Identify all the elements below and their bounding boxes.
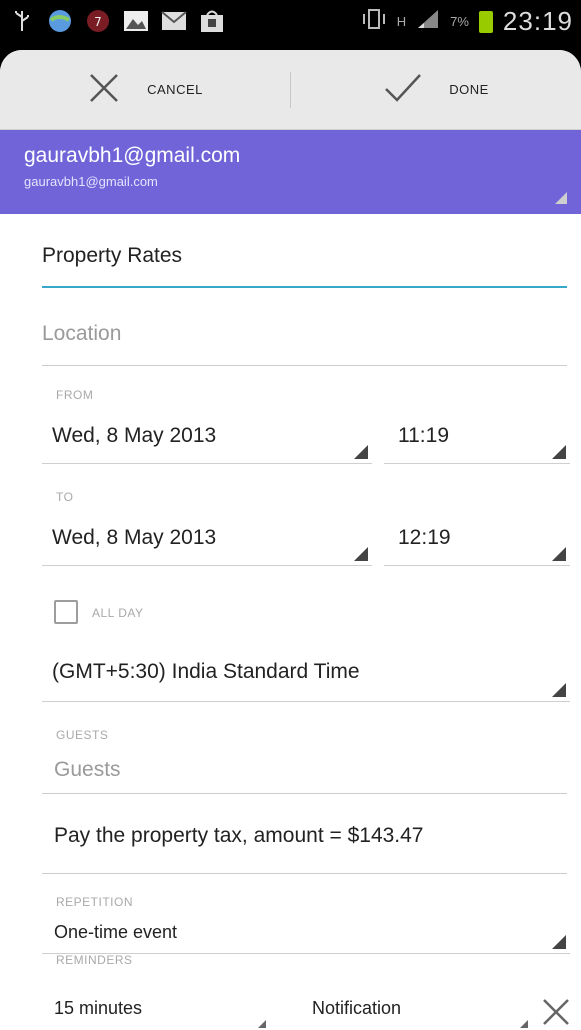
gallery-icon	[122, 8, 150, 34]
globe-app-icon	[46, 8, 74, 34]
signal-icon	[416, 8, 440, 36]
from-date-spinner[interactable]: Wed, 8 May 2013	[42, 422, 372, 464]
spinner-indicator-icon	[552, 547, 566, 561]
all-day-checkbox[interactable]	[54, 600, 78, 624]
checkmark-icon	[383, 71, 423, 108]
title-field[interactable]: Property Rates	[42, 244, 567, 288]
email-icon	[160, 8, 188, 34]
repetition-value: One-time event	[54, 922, 178, 942]
to-time: 12:19	[398, 526, 451, 549]
timezone-spinner[interactable]: (GMT+5:30) India Standard Time	[42, 656, 570, 702]
battery-percent: 7%	[450, 14, 469, 29]
to-date: Wed, 8 May 2013	[52, 526, 217, 549]
vibrate-icon	[361, 8, 387, 36]
remove-reminder-icon[interactable]	[538, 994, 574, 1030]
reminder-time-spinner[interactable]: 15 minutes	[42, 990, 270, 1030]
close-icon	[87, 71, 121, 108]
from-time: 11:19	[398, 424, 449, 447]
account-name: gauravbh1@gmail.com	[24, 144, 241, 167]
spinner-indicator-icon	[552, 683, 566, 697]
spinner-indicator-icon	[354, 445, 368, 459]
guests-placeholder: Guests	[54, 758, 121, 781]
title-value: Property Rates	[42, 244, 183, 267]
clock: 23:19	[502, 6, 573, 36]
reminder-time: 15 minutes	[54, 998, 143, 1018]
spinner-indicator-icon	[354, 547, 368, 561]
svg-text:7: 7	[94, 15, 102, 29]
account-selector[interactable]: gauravbh1@gmail.com gauravbh1@gmail.com	[0, 130, 581, 214]
spinner-indicator-icon	[520, 1020, 528, 1028]
spinner-indicator-icon	[552, 935, 566, 949]
status-indicators: H 7% 23:19	[361, 6, 573, 37]
guests-field[interactable]: Guests	[42, 758, 567, 794]
done-button[interactable]: DONE	[291, 50, 581, 129]
description-value: Pay the property tax, amount = $143.47	[54, 824, 424, 847]
from-date: Wed, 8 May 2013	[52, 424, 217, 447]
cancel-button[interactable]: CANCEL	[0, 50, 290, 129]
account-email: gauravbh1@gmail.com	[24, 174, 158, 189]
spinner-indicator-icon	[552, 445, 566, 459]
to-label: TO	[56, 490, 74, 504]
location-placeholder: Location	[42, 322, 122, 345]
cancel-label: CANCEL	[147, 82, 203, 97]
all-day-label: ALL DAY	[92, 606, 144, 620]
reminder-method-spinner[interactable]: Notification	[300, 990, 532, 1030]
action-bar: CANCEL DONE	[0, 50, 581, 130]
shopping-bag-icon	[198, 8, 226, 34]
done-label: DONE	[449, 82, 489, 97]
battery-icon	[478, 10, 493, 33]
status-bar: 7 H 7% 23:19	[0, 0, 581, 50]
spinner-indicator-icon	[555, 192, 567, 204]
description-field[interactable]: Pay the property tax, amount = $143.47	[42, 824, 567, 874]
notification-icons: 7	[8, 8, 226, 34]
usb-icon	[8, 8, 36, 34]
repetition-label: REPETITION	[56, 895, 134, 909]
from-label: FROM	[56, 388, 94, 402]
guests-label: GUESTS	[56, 728, 109, 742]
repetition-spinner[interactable]: One-time event	[42, 918, 570, 954]
to-time-spinner[interactable]: 12:19	[384, 524, 570, 566]
reminders-label: REMINDERS	[56, 953, 133, 967]
timezone-value: (GMT+5:30) India Standard Time	[52, 660, 360, 683]
from-time-spinner[interactable]: 11:19	[384, 422, 570, 464]
location-field[interactable]: Location	[42, 322, 567, 366]
spinner-indicator-icon	[258, 1020, 266, 1028]
to-date-spinner[interactable]: Wed, 8 May 2013	[42, 524, 372, 566]
app-badge-icon: 7	[84, 8, 112, 34]
edit-event-screen: CANCEL DONE gauravbh1@gmail.com gauravbh…	[0, 50, 581, 1030]
reminder-method: Notification	[312, 998, 402, 1018]
network-type: H	[396, 14, 407, 29]
